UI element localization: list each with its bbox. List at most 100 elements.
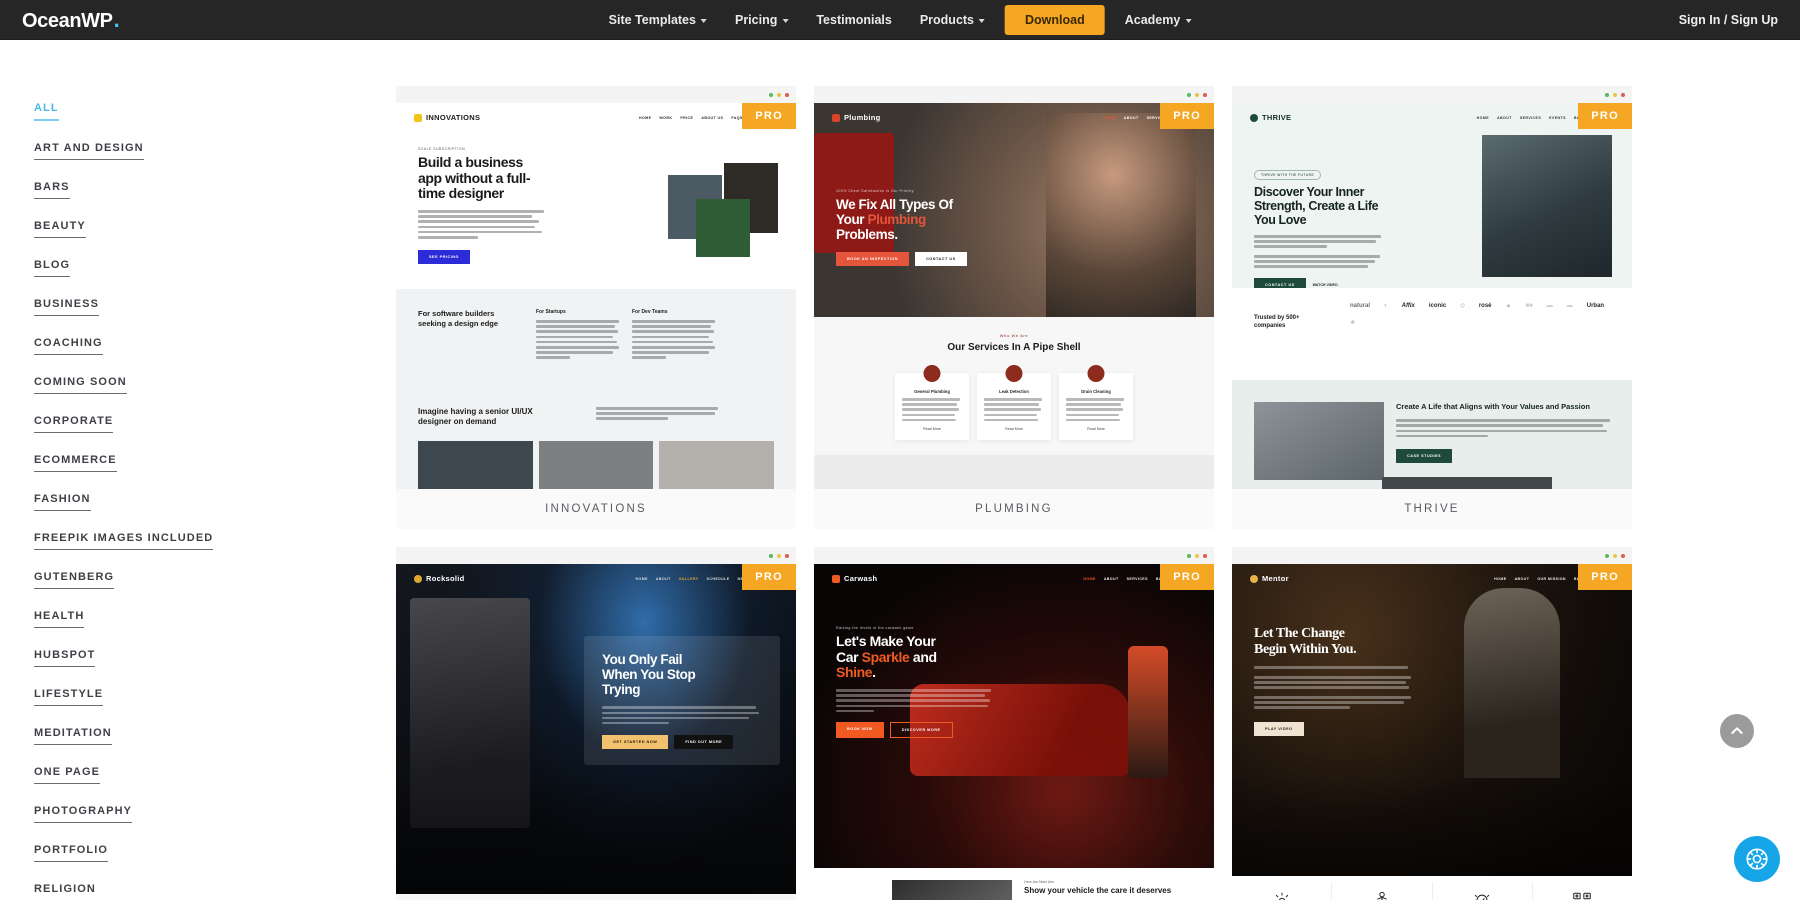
preview-section-title-2: Imagine having a senior UI/UX designer o…: [418, 407, 533, 427]
template-card-thrive[interactable]: PRO THRIVE HOME ABOUT SERVICES EVENTS BL…: [1232, 86, 1632, 529]
preview-section-title: Our Services In A Pipe Shell: [947, 342, 1081, 353]
template-name-label: INNOVATIONS: [396, 489, 796, 529]
preview-cta-secondary: CONTACT US: [915, 252, 967, 267]
sidebar-item-ecommerce[interactable]: ECOMMERCE: [34, 450, 117, 472]
sidebar-item-religion[interactable]: RELIGION: [34, 879, 96, 900]
template-card-plumbing[interactable]: PRO Plumbing HOME ABOUT SERVICES C: [814, 86, 1214, 529]
sidebar-item-portfolio[interactable]: PORTFOLIO: [34, 840, 109, 862]
template-card-mentor[interactable]: PRO Mentor HOME ABOUT OUR MISSION BLOG: [1232, 547, 1632, 900]
download-button[interactable]: Download: [1005, 4, 1105, 35]
brand-logo-text: OceanWP: [22, 9, 113, 32]
sidebar-item-label: FREEPIK IMAGES INCLUDED: [34, 532, 214, 544]
sidebar-item-meditation[interactable]: MEDITATION: [34, 723, 112, 745]
preview-section-title: Show your vehicle the care it deserves: [1024, 886, 1172, 895]
preview-headline-line2: When You Stop: [602, 667, 696, 683]
preview-section-features: For software builders seeking a design e…: [396, 289, 796, 489]
scroll-to-top-button[interactable]: [1720, 714, 1754, 748]
sidebar-item-underline: [34, 549, 214, 550]
template-card-carwash[interactable]: PRO Carwash HOME ABOUT SERVICES BL: [814, 547, 1214, 900]
sidebar-item-blog[interactable]: BLOG: [34, 255, 71, 277]
preview-cta-primary: BOOK AN INSPECTION: [836, 252, 910, 267]
preview-feature-icons: [1232, 876, 1632, 900]
browser-dot-green: [1605, 553, 1609, 558]
preview-headline-line2: Your: [836, 212, 868, 228]
sidebar-item-business[interactable]: BUSINESS: [34, 294, 100, 316]
nav-item-academy[interactable]: Academy: [1111, 0, 1206, 40]
nav-item-products[interactable]: Products: [906, 0, 999, 40]
preview-hero-images: [668, 163, 778, 258]
sign-in-sign-up-link[interactable]: Sign In / Sign Up: [1679, 13, 1778, 27]
browser-chrome-bar: [1232, 86, 1632, 103]
sidebar-item-health[interactable]: HEALTH: [34, 606, 85, 628]
preview-brand-label: Rocksolid: [426, 574, 465, 583]
sidebar-item-freepik-images-included[interactable]: FREEPIK IMAGES INCLUDED: [34, 528, 214, 550]
preview-hero-copy: You Only Fail When You Stop Trying GET S…: [584, 636, 780, 766]
pro-badge: PRO: [1578, 103, 1632, 129]
sidebar-item-label: ECOMMERCE: [34, 454, 117, 466]
sidebar-item-underline: [34, 705, 104, 706]
preview-service-card: Leak Detection Read More: [977, 365, 1051, 441]
sidebar-item-one-page[interactable]: ONE PAGE: [34, 762, 101, 784]
template-card-rocksolid[interactable]: PRO Rocksolid HOME ABOUT GALLERY SCHEDUL…: [396, 547, 796, 900]
brand-logo-dot: .: [113, 6, 120, 32]
chevron-down-icon: [979, 18, 986, 23]
nav-item-pricing[interactable]: Pricing: [721, 0, 802, 40]
preview-brand-label: THRIVE: [1262, 113, 1292, 122]
sidebar-item-coming-soon[interactable]: COMING SOON: [34, 372, 127, 394]
sidebar-item-hubspot[interactable]: HUBSPOT: [34, 645, 96, 667]
sidebar-item-all[interactable]: ALL: [34, 98, 59, 121]
growth-icon: [1377, 891, 1387, 900]
preview-cta-secondary: FIND OUT MORE: [674, 735, 734, 750]
brand-mark-icon: [414, 113, 422, 122]
accessibility-widget-button[interactable]: [1734, 836, 1780, 882]
sidebar-item-underline: [34, 315, 100, 316]
sidebar-item-coaching[interactable]: COACHING: [34, 333, 103, 355]
browser-dot-yellow: [1613, 553, 1617, 558]
sidebar-item-gutenberg[interactable]: GUTENBERG: [34, 567, 115, 589]
sidebar-item-label: ALL: [34, 102, 59, 114]
sidebar-item-lifestyle[interactable]: LIFESTYLE: [34, 684, 104, 706]
sidebar-item-label: BEAUTY: [34, 220, 86, 232]
preview-service-cards: General Plumbing Read More Leak Detectio…: [814, 365, 1214, 441]
preview-section-kicker: Here Are Main Aim: [1024, 880, 1054, 884]
sidebar-item-fashion[interactable]: FASHION: [34, 489, 91, 511]
accessibility-icon: [1746, 848, 1768, 870]
sidebar-item-label: BUSINESS: [34, 298, 100, 310]
check-badge-icon: [1474, 894, 1490, 900]
preview-gallery: [418, 441, 775, 489]
nav-item-testimonials[interactable]: Testimonials: [802, 0, 905, 40]
browser-dot-red: [1621, 92, 1625, 97]
brand-mark-icon: [832, 113, 840, 122]
browser-dot-red: [1203, 92, 1207, 97]
template-card-innovations[interactable]: PRO INNOVATIONS HOME WORK PRICE ABOUT US…: [396, 86, 796, 529]
preview-cta-primary: PLAY VIDEO: [1254, 722, 1304, 737]
preview-footer: Welcome to the: [396, 894, 796, 900]
browser-dot-yellow: [777, 92, 781, 97]
sidebar-item-bars[interactable]: BARS: [34, 177, 70, 199]
sidebar-item-underline: [34, 783, 101, 784]
preview-headline-line3: Problems.: [836, 227, 898, 243]
pro-badge: PRO: [1160, 103, 1214, 129]
leak-icon: [1005, 365, 1023, 382]
preview-section-logos: Trusted by 500+ companies natural ◐ Affi…: [1232, 288, 1632, 380]
sidebar-item-art-and-design[interactable]: ART AND DESIGN: [34, 138, 144, 160]
sidebar-item-beauty[interactable]: BEAUTY: [34, 216, 86, 238]
sidebar-item-label: ONE PAGE: [34, 766, 101, 778]
preview-hero-copy: SCALE SUBSCRIPTION Build a business app …: [418, 147, 548, 265]
nav-item-site-templates[interactable]: Site Templates: [595, 0, 721, 40]
preview-brand-label: INNOVATIONS: [426, 113, 481, 122]
preview-headline: Build a business app without a full-time…: [418, 154, 531, 202]
browser-dot-green: [1187, 92, 1191, 97]
sidebar-item-underline: [34, 276, 71, 277]
template-grid: PRO INNOVATIONS HOME WORK PRICE ABOUT US…: [396, 40, 1800, 900]
preview-section-image: [1254, 402, 1384, 480]
preview-brand: THRIVE: [1250, 113, 1291, 122]
category-sidebar: ALL ART AND DESIGN BARS BEAUTY BLOG BUSINESS C…: [0, 40, 396, 900]
sidebar-item-underline: [34, 471, 117, 472]
preview-brand-label: Carwash: [844, 574, 878, 583]
sidebar-item-photography[interactable]: PHOTOGRAPHY: [34, 801, 133, 823]
sidebar-item-corporate[interactable]: CORPORATE: [34, 411, 114, 433]
preview-brand: Mentor: [1250, 574, 1289, 583]
brand-logo[interactable]: OceanWP.: [22, 6, 120, 33]
preview-client-logos: natural ◐ Affix iconic ◇ rosé ▲ ■■ ▬ ▬ U…: [1350, 302, 1605, 327]
